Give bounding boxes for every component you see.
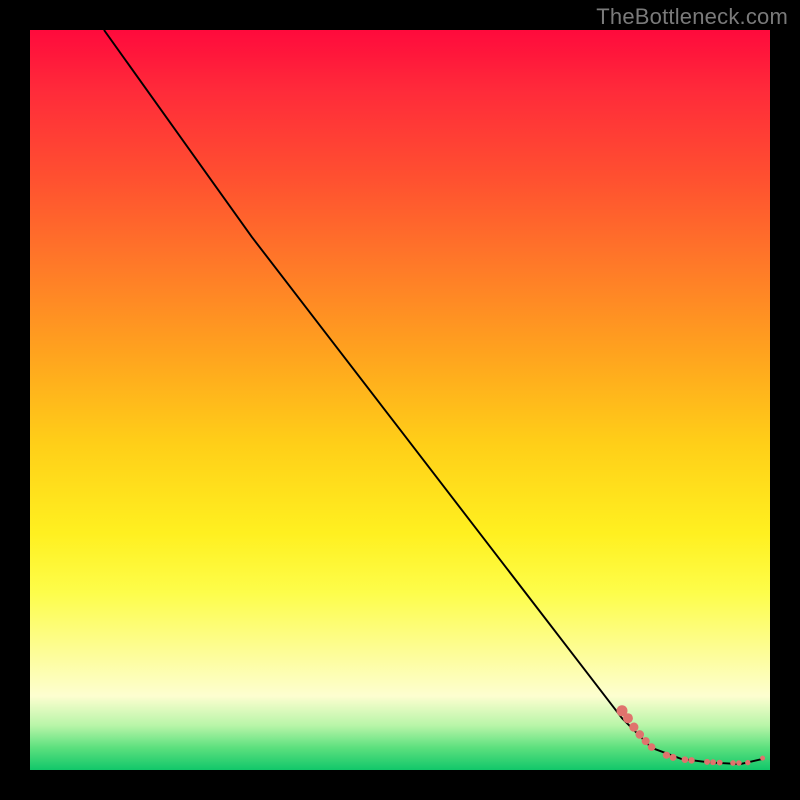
bottleneck-curve [104, 30, 763, 764]
marker-point [688, 757, 694, 763]
marker-point [717, 760, 723, 766]
marker-point [682, 756, 689, 763]
attribution-text: TheBottleneck.com [596, 4, 788, 30]
marker-point [670, 754, 677, 761]
marker-point [736, 760, 742, 766]
marker-point [704, 759, 710, 765]
marker-point [642, 737, 650, 745]
marker-point [648, 743, 656, 751]
marker-point [629, 722, 638, 731]
marker-point [635, 730, 644, 739]
marker-point [730, 760, 736, 766]
marker-point [710, 759, 716, 765]
chart-stage: TheBottleneck.com [0, 0, 800, 800]
marker-point [745, 760, 750, 765]
marker-point [663, 752, 670, 759]
plot-area [30, 30, 770, 770]
marker-point [623, 713, 633, 723]
marker-point [760, 756, 765, 761]
markers-group [617, 705, 766, 765]
chart-svg [30, 30, 770, 770]
